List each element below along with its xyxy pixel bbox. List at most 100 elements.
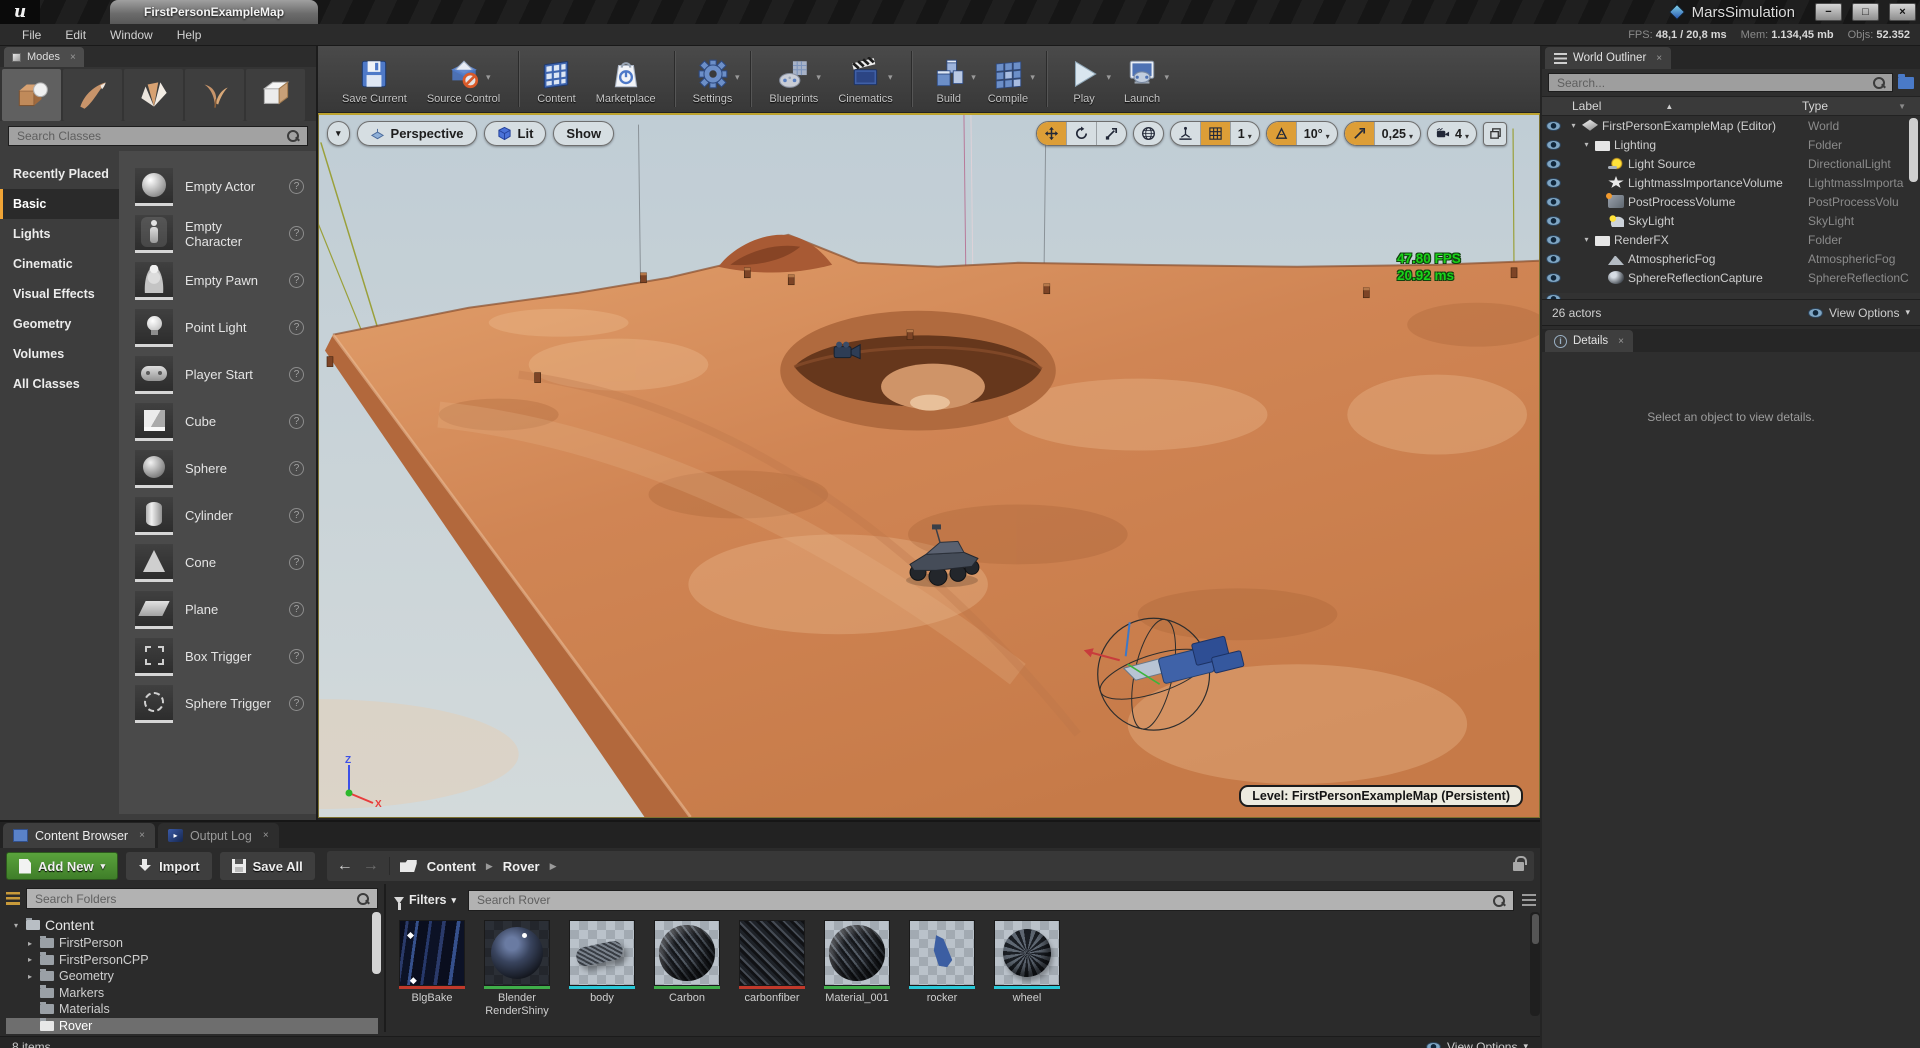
outliner-row-light-source[interactable]: Light SourceDirectionalLight bbox=[1542, 154, 1920, 173]
expand-arrow-icon[interactable]: ▾ bbox=[1569, 121, 1578, 130]
world-outliner-tab[interactable]: World Outliner × bbox=[1545, 47, 1671, 69]
save-all-button[interactable]: Save All bbox=[220, 852, 315, 880]
mode-tool-landscape[interactable] bbox=[124, 69, 183, 121]
placeable-item-point-light[interactable]: Point Light? bbox=[135, 304, 316, 351]
search-classes-input[interactable] bbox=[8, 126, 308, 146]
visibility-eye-icon[interactable] bbox=[1546, 159, 1561, 169]
help-icon[interactable]: ? bbox=[289, 649, 304, 664]
modes-tab[interactable]: Modes × bbox=[4, 47, 84, 67]
visibility-eye-icon[interactable] bbox=[1546, 216, 1561, 226]
viewport[interactable]: ▾ Perspective Lit Show bbox=[318, 113, 1540, 818]
move-tool-button[interactable] bbox=[1037, 122, 1067, 145]
lock-icon[interactable] bbox=[1513, 862, 1524, 871]
viewport-3d-scene[interactable] bbox=[319, 115, 1539, 817]
filters-button[interactable]: Filters ▾ bbox=[390, 893, 460, 907]
visibility-eye-icon[interactable] bbox=[1546, 121, 1561, 131]
tab-output-log[interactable]: ▸Output Log× bbox=[158, 823, 279, 848]
placeable-item-sphere[interactable]: Sphere? bbox=[135, 445, 316, 492]
sources-toggle-icon[interactable] bbox=[6, 892, 20, 905]
toolbar-button-compile[interactable]: ▾Compile bbox=[978, 49, 1038, 107]
search-folders-input[interactable] bbox=[26, 888, 378, 909]
placeable-item-empty-actor[interactable]: Empty Actor? bbox=[135, 163, 316, 210]
help-icon[interactable]: ? bbox=[289, 508, 304, 523]
outliner-row-skylight[interactable]: SkyLightSkyLight bbox=[1542, 211, 1920, 230]
mode-category-all-classes[interactable]: All Classes bbox=[0, 369, 119, 399]
close-icon[interactable]: × bbox=[1618, 336, 1624, 347]
forward-button[interactable]: → bbox=[363, 857, 379, 875]
toolbar-button-build[interactable]: ▾Build bbox=[920, 49, 978, 107]
visibility-eye-icon[interactable] bbox=[1546, 235, 1561, 245]
mode-category-basic[interactable]: Basic bbox=[0, 189, 119, 219]
mode-category-recently-placed[interactable]: Recently Placed bbox=[0, 159, 119, 189]
tree-expand-icon[interactable]: ▾ bbox=[11, 921, 21, 930]
breadcrumb-content[interactable]: Content bbox=[427, 859, 476, 874]
close-button[interactable]: × bbox=[1889, 3, 1916, 21]
help-icon[interactable]: ? bbox=[289, 555, 304, 570]
mode-tool-paint[interactable] bbox=[63, 69, 122, 121]
toolbar-button-content[interactable]: Content bbox=[527, 49, 586, 107]
toolbar-button-save-current[interactable]: Save Current bbox=[332, 49, 417, 107]
mode-tool-geometry[interactable] bbox=[246, 69, 305, 121]
show-button[interactable]: Show bbox=[553, 121, 614, 146]
content-view-options-button[interactable]: View Options ▾ bbox=[1426, 1040, 1528, 1048]
outliner-row-lighting[interactable]: ▾LightingFolder bbox=[1542, 135, 1920, 154]
outliner-row-spherereflectioncapture[interactable]: SphereReflectionCaptureSphereReflectionC bbox=[1542, 268, 1920, 287]
asset-scrollbar[interactable] bbox=[1530, 912, 1540, 1016]
outliner-row-firstpersonexamplemap-editor[interactable]: ▾FirstPersonExampleMap (Editor)World bbox=[1542, 116, 1920, 135]
outliner-row-atmosphericfog[interactable]: AtmosphericFogAtmosphericFog bbox=[1542, 249, 1920, 268]
help-icon[interactable]: ? bbox=[289, 461, 304, 476]
asset-blender-rendershiny-baked[interactable]: Blender RenderShiny Baked bbox=[477, 920, 557, 1019]
breadcrumb-rover[interactable]: Rover bbox=[503, 859, 540, 874]
maximize-button[interactable]: □ bbox=[1852, 3, 1879, 21]
grid-snap-button[interactable] bbox=[1201, 122, 1231, 145]
placeable-item-empty-pawn[interactable]: Empty Pawn? bbox=[135, 257, 316, 304]
folder-rover[interactable]: Rover bbox=[6, 1018, 378, 1035]
menu-help[interactable]: Help bbox=[165, 26, 214, 44]
help-icon[interactable]: ? bbox=[289, 320, 304, 335]
import-button[interactable]: Import bbox=[126, 852, 211, 880]
placeable-item-sphere-trigger[interactable]: Sphere Trigger? bbox=[135, 680, 316, 727]
help-icon[interactable]: ? bbox=[289, 367, 304, 382]
help-icon[interactable]: ? bbox=[289, 696, 304, 711]
menu-edit[interactable]: Edit bbox=[53, 26, 98, 44]
placeable-item-box-trigger[interactable]: Box Trigger? bbox=[135, 633, 316, 680]
help-icon[interactable]: ? bbox=[289, 226, 304, 241]
viewport-options-button[interactable]: ▾ bbox=[327, 121, 350, 146]
toolbar-button-settings[interactable]: ▾Settings bbox=[683, 49, 743, 107]
asset-carbonfiber[interactable]: carbonfiber bbox=[732, 920, 812, 1019]
outliner-row-postprocessvolume[interactable]: PostProcessVolumePostProcessVolu bbox=[1542, 192, 1920, 211]
folder-firstperson[interactable]: ▸FirstPerson bbox=[6, 935, 378, 952]
menu-window[interactable]: Window bbox=[98, 26, 165, 44]
mode-category-cinematic[interactable]: Cinematic bbox=[0, 249, 119, 279]
visibility-eye-icon[interactable] bbox=[1546, 197, 1561, 207]
details-tab[interactable]: i Details × bbox=[1545, 330, 1633, 352]
folder-geometry[interactable]: ▸Geometry bbox=[6, 968, 378, 985]
mode-category-volumes[interactable]: Volumes bbox=[0, 339, 119, 369]
visibility-eye-icon[interactable] bbox=[1546, 254, 1561, 264]
world-local-toggle-button[interactable] bbox=[1134, 122, 1163, 145]
asset-blgbake[interactable]: BlgBake bbox=[392, 920, 472, 1019]
rotate-tool-button[interactable] bbox=[1067, 122, 1097, 145]
placeable-item-cylinder[interactable]: Cylinder? bbox=[135, 492, 316, 539]
toolbar-button-source-control[interactable]: ▾Source Control bbox=[417, 49, 510, 107]
placeable-item-cone[interactable]: Cone? bbox=[135, 539, 316, 586]
level-tab[interactable]: FirstPersonExampleMap bbox=[110, 0, 318, 24]
outliner-row-renderfx[interactable]: ▾RenderFXFolder bbox=[1542, 230, 1920, 249]
back-button[interactable]: ← bbox=[337, 857, 353, 875]
toolbar-button-cinematics[interactable]: ▾Cinematics bbox=[828, 49, 902, 107]
folder-firstpersoncpp[interactable]: ▸FirstPersonCPP bbox=[6, 952, 378, 969]
grid-snap-value-button[interactable]: 1▾ bbox=[1231, 122, 1259, 145]
add-new-button[interactable]: Add New ▾ bbox=[6, 852, 118, 880]
expand-arrow-icon[interactable]: ▾ bbox=[1582, 140, 1591, 149]
mode-category-visual-effects[interactable]: Visual Effects bbox=[0, 279, 119, 309]
folder-markers[interactable]: Markers bbox=[6, 985, 378, 1002]
asset-rocker[interactable]: rocker bbox=[902, 920, 982, 1019]
tree-expand-icon[interactable]: ▸ bbox=[25, 955, 35, 964]
outliner-view-options-button[interactable]: View Options ▾ bbox=[1808, 306, 1910, 320]
folder-materials[interactable]: Materials bbox=[6, 1001, 378, 1018]
minimize-button[interactable]: − bbox=[1815, 3, 1842, 21]
search-assets-input[interactable] bbox=[468, 890, 1514, 911]
visibility-eye-icon[interactable] bbox=[1546, 178, 1561, 188]
scale-snap-button[interactable] bbox=[1345, 122, 1375, 145]
angle-snap-value-button[interactable]: 10°▾ bbox=[1297, 122, 1337, 145]
